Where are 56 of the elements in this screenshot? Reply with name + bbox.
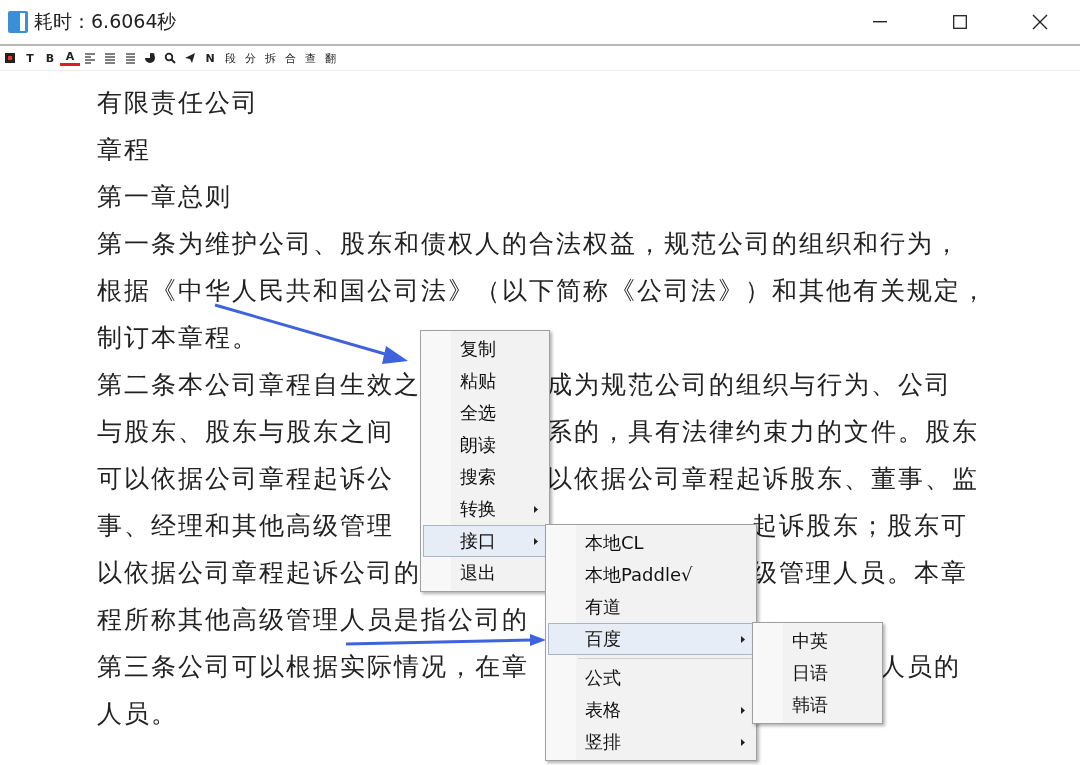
- document-text: 章程: [97, 134, 151, 166]
- close-icon: [1032, 14, 1048, 30]
- document-text: 第三条公司可以根据实际情况，在章: [97, 651, 529, 683]
- document-text: 人员。: [97, 698, 178, 730]
- toolbar-button[interactable]: T: [20, 49, 40, 67]
- justify-icon: [104, 52, 116, 64]
- toolbar-button[interactable]: 翻: [320, 49, 340, 67]
- menu-item[interactable]: 本地CL: [548, 527, 754, 559]
- text-color-button[interactable]: A: [60, 50, 80, 66]
- menu-item[interactable]: 日语: [755, 657, 880, 689]
- menu-item[interactable]: 复制: [423, 333, 547, 365]
- app-icon: [8, 11, 28, 33]
- send-icon: [184, 52, 196, 64]
- alignleft-icon: [84, 52, 96, 64]
- menu-item[interactable]: 转换: [423, 493, 547, 525]
- toolbar-button[interactable]: 段: [220, 49, 240, 67]
- document-text: 第二条本公司章程自生效之: [97, 369, 421, 401]
- menu-item[interactable]: 表格: [548, 694, 754, 726]
- menu-item[interactable]: 本地Paddle√: [548, 559, 754, 591]
- document-text: 成为规范公司的组织与行为、公司: [547, 369, 952, 401]
- toolbar-button[interactable]: 拆: [260, 49, 280, 67]
- document-text: 制订本章程。: [97, 322, 259, 354]
- document-text: 第一条为维护公司、股东和债权人的合法权益，规范公司的组织和行为，: [97, 228, 961, 260]
- toolbar-button[interactable]: B: [40, 49, 60, 67]
- document-text: 人员的: [880, 651, 961, 683]
- menu-item[interactable]: 退出: [423, 557, 547, 589]
- menu-item[interactable]: 中英: [755, 625, 880, 657]
- menu-item[interactable]: 公式: [548, 662, 754, 694]
- document-text: 第一章总则: [97, 181, 232, 213]
- menu-item[interactable]: 搜索: [423, 461, 547, 493]
- minimize-icon: [873, 21, 887, 23]
- toolbar-button[interactable]: 合: [280, 49, 300, 67]
- stop-icon: [4, 52, 16, 64]
- toolbar-button[interactable]: 分: [240, 49, 260, 67]
- menu-item[interactable]: 百度: [548, 623, 754, 655]
- search-icon: [164, 52, 176, 64]
- document-text: 以依据公司章程起诉公司的: [97, 557, 421, 589]
- menu-item[interactable]: 有道: [548, 591, 754, 623]
- menu-item[interactable]: 竖排: [548, 726, 754, 758]
- document-text: 与股东、股东与股东之间: [97, 416, 394, 448]
- document-text: 可以依据公司章程起诉公: [97, 463, 394, 495]
- lines-icon: [124, 52, 136, 64]
- toolbar-button[interactable]: 查: [300, 49, 320, 67]
- menu-item[interactable]: 全选: [423, 397, 547, 429]
- document-text: 根据《中华人民共和国公司法》（以下简称《公司法》）和其他有关规定，: [97, 275, 988, 307]
- document-text: 有限责任公司: [97, 87, 259, 119]
- maximize-icon: [953, 15, 967, 29]
- window-title: 耗时：6.6064秒: [34, 9, 177, 34]
- menu-item[interactable]: 朗读: [423, 429, 547, 461]
- document-text: 程所称其他高级管理人员是指公司的: [97, 604, 529, 636]
- menu-item[interactable]: 韩语: [755, 689, 880, 721]
- menu-item[interactable]: 接口: [423, 525, 547, 557]
- document-text: 系的，具有法律约束力的文件。股东: [547, 416, 979, 448]
- toolbar-button[interactable]: N: [200, 49, 220, 67]
- document-text: 事、经理和其他高级管理: [97, 510, 394, 542]
- menu-item[interactable]: 粘贴: [423, 365, 547, 397]
